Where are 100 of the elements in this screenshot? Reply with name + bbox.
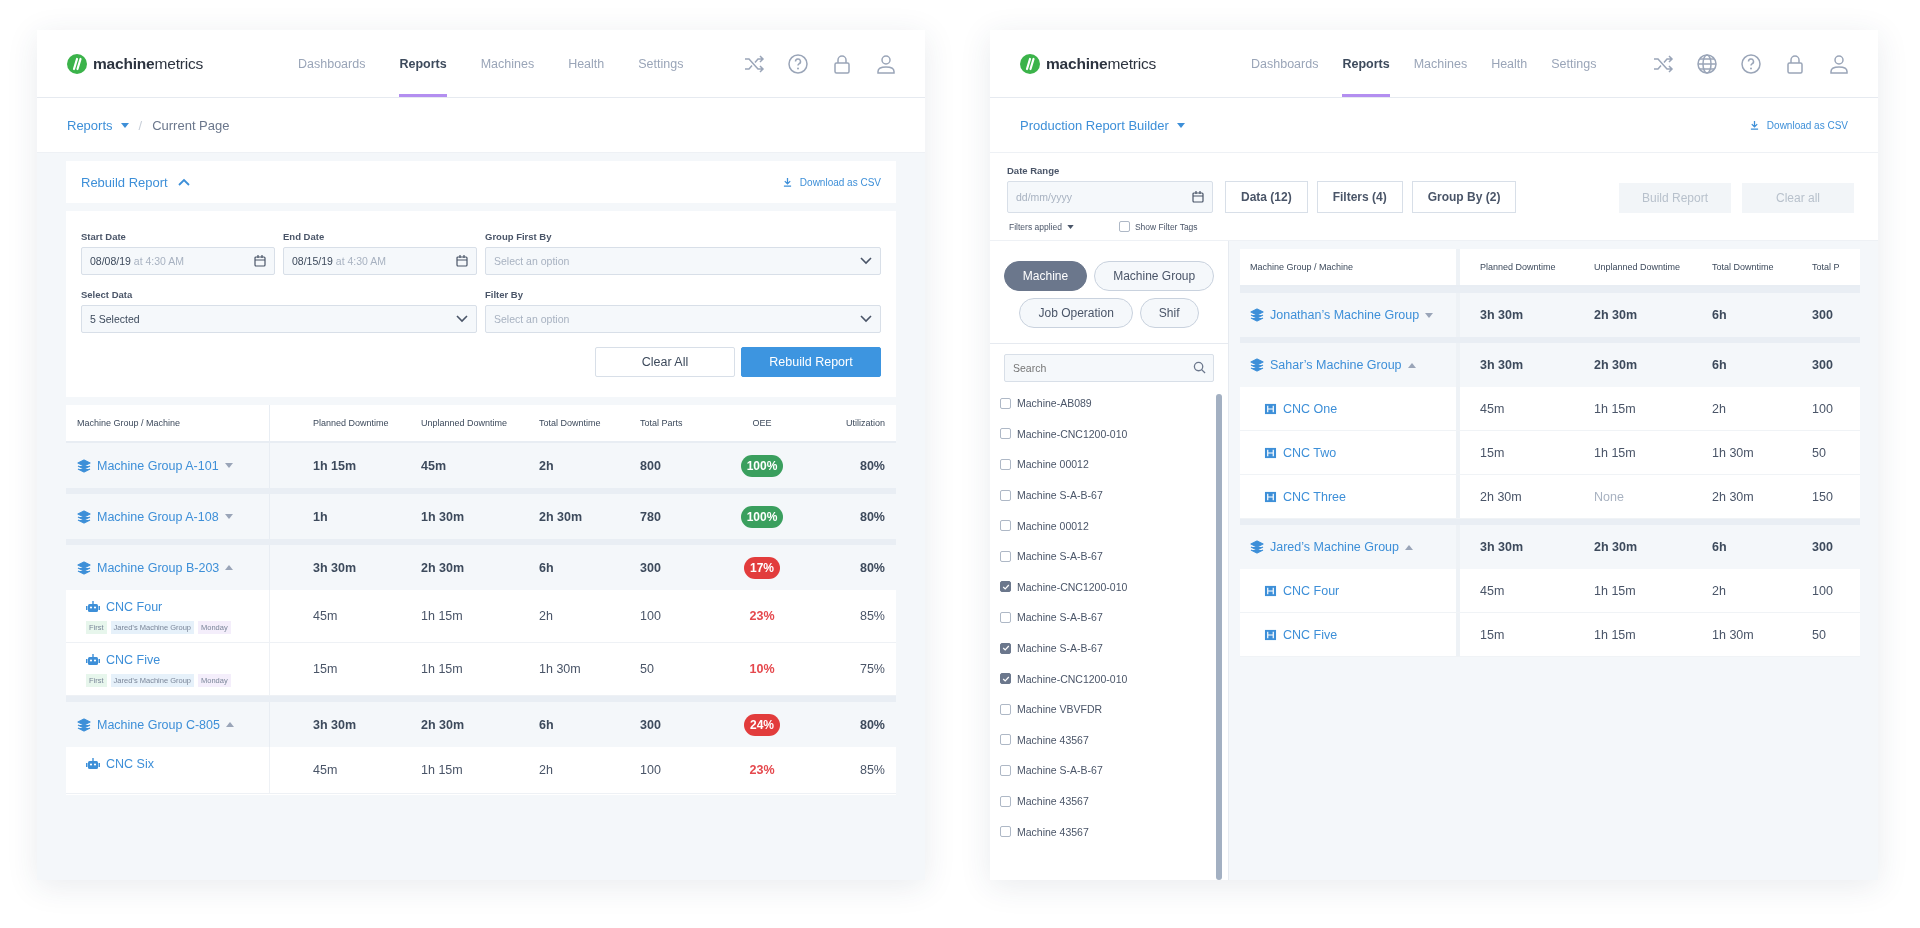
machine-link[interactable]: CNC Two bbox=[1283, 445, 1337, 460]
checkbox[interactable] bbox=[1000, 489, 1011, 501]
primary-button[interactable]: Rebuild Report bbox=[741, 347, 881, 377]
search-icon[interactable] bbox=[1193, 361, 1206, 374]
filter-chip[interactable]: Job Operation bbox=[1019, 298, 1133, 328]
nav-tab[interactable]: Health bbox=[1491, 30, 1528, 97]
caret-icon[interactable] bbox=[120, 122, 129, 128]
nav-tab[interactable]: Dashboards bbox=[1251, 30, 1319, 97]
group-link[interactable]: Machine Group B-203 bbox=[97, 560, 220, 575]
shuffle-icon[interactable] bbox=[1652, 52, 1674, 75]
checkbox[interactable] bbox=[1000, 673, 1011, 685]
download-icon[interactable] bbox=[782, 177, 792, 187]
nav-tab[interactable]: Settings bbox=[1551, 30, 1597, 97]
nav-tab[interactable]: Health bbox=[568, 30, 605, 97]
checkbox[interactable] bbox=[1000, 550, 1011, 562]
group-link[interactable]: Machine Group A-108 bbox=[97, 509, 219, 524]
download-icon[interactable] bbox=[1749, 120, 1759, 130]
nav-tab[interactable]: Dashboards bbox=[298, 30, 366, 97]
checkbox[interactable] bbox=[1000, 581, 1011, 593]
search-field[interactable]: Search bbox=[1004, 354, 1214, 382]
group-link[interactable]: Jonathan’s Machine Group bbox=[1270, 308, 1420, 322]
report-menu[interactable]: Production Report Builder bbox=[1020, 117, 1169, 133]
checkbox[interactable] bbox=[1000, 397, 1011, 409]
filter-chip[interactable]: Machine bbox=[1003, 261, 1088, 291]
machine-option[interactable]: Machine-CNC1200-010 bbox=[1017, 580, 1128, 593]
nav-tab[interactable]: Machines bbox=[1413, 30, 1468, 97]
machine-link[interactable]: CNC Three bbox=[1283, 489, 1346, 504]
caret-icon[interactable] bbox=[1176, 122, 1185, 128]
report-toggle[interactable]: Rebuild Report bbox=[81, 174, 168, 190]
user-icon[interactable] bbox=[1828, 52, 1850, 75]
filter-chip[interactable]: Shif bbox=[1139, 298, 1199, 328]
chevron-icon[interactable] bbox=[860, 257, 872, 265]
checkbox[interactable] bbox=[1000, 703, 1011, 715]
download-link[interactable]: Download as CSV bbox=[799, 176, 881, 188]
globe-icon[interactable] bbox=[1696, 52, 1718, 75]
checkbox[interactable] bbox=[1118, 221, 1130, 232]
help-icon[interactable] bbox=[787, 52, 809, 75]
machine-link[interactable]: CNC One bbox=[1283, 401, 1338, 416]
group-link[interactable]: Jared’s Machine Group bbox=[1270, 540, 1399, 554]
lock-icon[interactable] bbox=[1784, 52, 1806, 75]
checkbox[interactable] bbox=[1000, 520, 1011, 532]
machine-link[interactable]: CNC Six bbox=[106, 757, 154, 771]
machine-option[interactable]: Machine 00012 bbox=[1017, 519, 1089, 532]
user-icon[interactable] bbox=[875, 52, 897, 75]
nav-tab[interactable]: Settings bbox=[638, 30, 684, 97]
machine-option[interactable]: Machine-CNC1200-010 bbox=[1017, 427, 1128, 440]
checkbox[interactable] bbox=[1000, 734, 1011, 746]
machine-option[interactable]: Machine 43567 bbox=[1017, 733, 1089, 746]
select-field[interactable]: Select an option bbox=[485, 305, 881, 333]
chevron-icon[interactable] bbox=[177, 178, 190, 186]
date-field[interactable]: 08/08/19 at 4:30 AM bbox=[81, 247, 275, 275]
machine-option[interactable]: Machine S-A-B-67 bbox=[1017, 642, 1103, 655]
group-link[interactable]: Machine Group A-101 bbox=[97, 458, 219, 473]
toggle-button[interactable]: Data (12) bbox=[1225, 181, 1308, 213]
checkbox[interactable] bbox=[1000, 826, 1011, 838]
nav-tab[interactable]: Reports bbox=[399, 30, 447, 97]
shuffle-icon[interactable] bbox=[743, 52, 765, 75]
machine-option[interactable]: Machine-CNC1200-010 bbox=[1017, 672, 1128, 685]
machine-option[interactable]: Machine-AB089 bbox=[1017, 397, 1092, 410]
date-range-field[interactable]: dd/mm/yyyy bbox=[1007, 181, 1213, 213]
toggle-button[interactable]: Group By (2) bbox=[1411, 181, 1517, 213]
machine-link[interactable]: CNC Four bbox=[106, 600, 163, 614]
machine-option[interactable]: Machine S-A-B-67 bbox=[1017, 489, 1103, 502]
nav-tab[interactable]: Reports bbox=[1342, 30, 1390, 97]
group-link[interactable]: Sahar’s Machine Group bbox=[1270, 358, 1402, 372]
checkbox[interactable] bbox=[1000, 642, 1011, 654]
nav-tab[interactable]: Machines bbox=[480, 30, 535, 97]
machine-option[interactable]: Machine S-A-B-67 bbox=[1017, 764, 1103, 777]
machine-option[interactable]: Machine 43567 bbox=[1017, 825, 1089, 838]
machine-link[interactable]: CNC Five bbox=[1283, 627, 1338, 642]
help-icon[interactable] bbox=[1740, 52, 1762, 75]
machine-option[interactable]: Machine S-A-B-67 bbox=[1017, 550, 1103, 563]
lock-icon[interactable] bbox=[831, 52, 853, 75]
date-field[interactable]: 08/15/19 at 4:30 AM bbox=[283, 247, 477, 275]
select-field[interactable]: Select an option bbox=[485, 247, 881, 275]
checkbox[interactable] bbox=[1000, 611, 1011, 623]
filter-chip[interactable]: Machine Group bbox=[1094, 261, 1215, 291]
machine-option[interactable]: Machine VBVFDR bbox=[1017, 703, 1103, 716]
filters-dropdown[interactable]: Filters applied bbox=[1009, 221, 1062, 232]
caret-icon[interactable] bbox=[1066, 224, 1074, 229]
calendar-icon[interactable] bbox=[456, 255, 468, 267]
scrollbar[interactable] bbox=[1216, 394, 1222, 880]
calendar-icon[interactable] bbox=[1192, 191, 1204, 203]
machine-link[interactable]: CNC Five bbox=[106, 653, 161, 667]
machine-option[interactable]: Machine S-A-B-67 bbox=[1017, 611, 1103, 624]
toggle-button[interactable]: Filters (4) bbox=[1316, 181, 1403, 213]
machine-option[interactable]: Machine 43567 bbox=[1017, 795, 1089, 807]
checkbox[interactable] bbox=[1000, 764, 1011, 776]
calendar-icon[interactable] bbox=[254, 255, 266, 267]
chevron-icon[interactable] bbox=[456, 315, 468, 323]
checkbox[interactable] bbox=[1000, 459, 1011, 470]
checkbox[interactable] bbox=[1000, 795, 1011, 807]
group-link[interactable]: Machine Group C-805 bbox=[97, 717, 220, 732]
machine-option[interactable]: Machine 00012 bbox=[1017, 458, 1089, 471]
secondary-button[interactable]: Clear All bbox=[595, 347, 735, 377]
download-link[interactable]: Download as CSV bbox=[1766, 119, 1848, 131]
machine-link[interactable]: CNC Four bbox=[1283, 583, 1340, 598]
checkbox[interactable] bbox=[1000, 428, 1011, 440]
chevron-icon[interactable] bbox=[860, 315, 872, 323]
breadcrumb-link[interactable]: Reports bbox=[67, 117, 113, 133]
